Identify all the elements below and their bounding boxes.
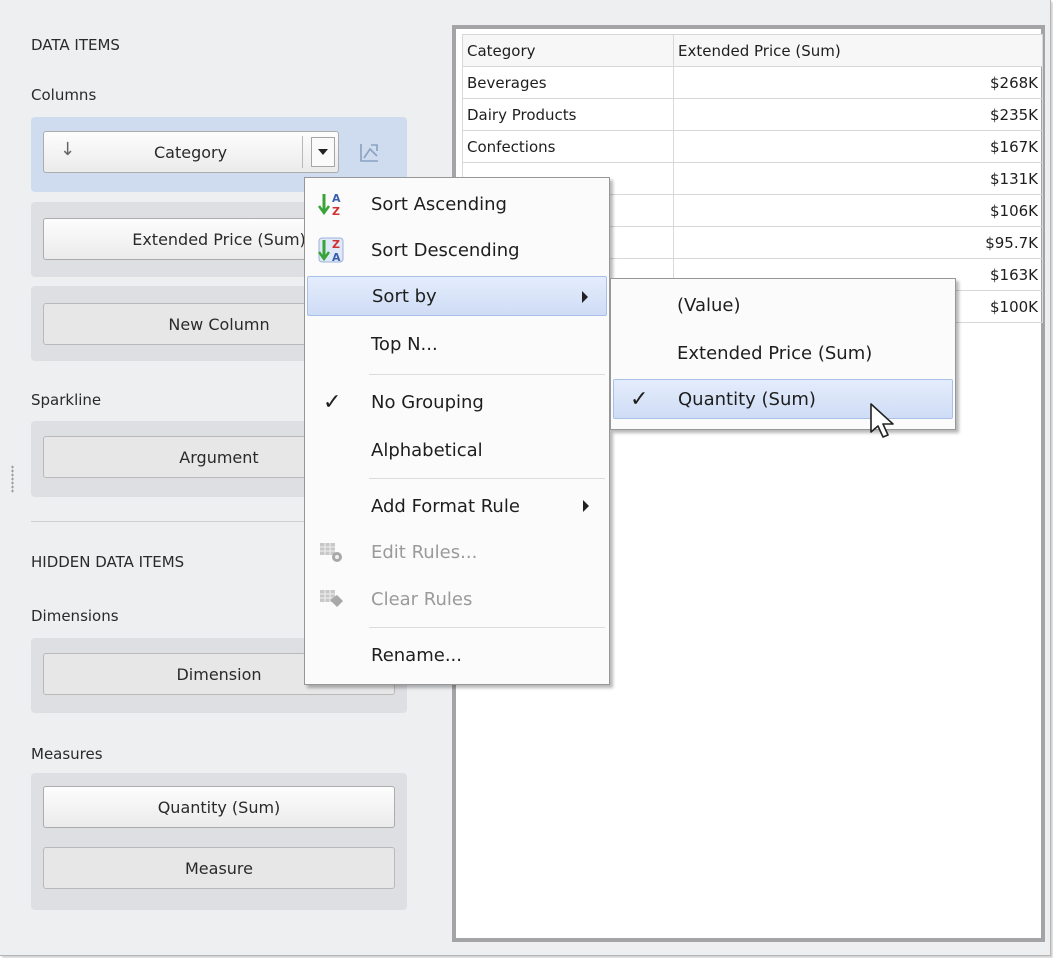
menu-label: Edit Rules... xyxy=(371,541,478,563)
menu-label: Rename... xyxy=(371,644,462,666)
menu-item-alphabetical[interactable]: Alphabetical xyxy=(307,430,607,470)
menu-item-no-grouping[interactable]: ✓ No Grouping xyxy=(307,382,607,422)
svg-text:Z: Z xyxy=(332,238,340,251)
menu-label: Alphabetical xyxy=(371,439,483,461)
clear-rules-icon xyxy=(320,590,343,607)
hidden-data-items-header: HIDDEN DATA ITEMS xyxy=(31,553,185,571)
menu-item-top-n[interactable]: Top N... xyxy=(307,324,607,364)
value-cell: $235K xyxy=(673,98,1043,131)
menu-label: Add Format Rule xyxy=(371,495,520,517)
submenu-arrow-icon xyxy=(582,291,588,303)
quantity-sum-button[interactable]: Quantity (Sum) xyxy=(43,786,395,828)
menu-item-sort-by[interactable]: Sort by xyxy=(307,276,607,316)
columns-label: Columns xyxy=(31,86,97,104)
dashboard-panel: DATA ITEMS Columns ↓ Category Extended P… xyxy=(0,0,1051,956)
value-cell: $131K xyxy=(673,162,1043,195)
menu-label: Sort Descending xyxy=(371,239,520,261)
sparkline-label: Sparkline xyxy=(31,391,102,409)
button-divider xyxy=(302,136,303,168)
menu-label: No Grouping xyxy=(371,391,484,413)
submenu-item-extended-price[interactable]: Extended Price (Sum) xyxy=(613,333,953,373)
menu-item-clear-rules[interactable]: Clear Rules xyxy=(307,579,607,619)
menu-label: Top N... xyxy=(371,333,438,355)
menu-label: Quantity (Sum) xyxy=(678,388,816,410)
menu-label: Sort Ascending xyxy=(371,193,507,215)
table-row[interactable]: Dairy Products $235K xyxy=(462,98,1043,131)
measures-label: Measures xyxy=(31,745,103,763)
category-button-label: Category xyxy=(154,142,228,162)
checkmark-icon: ✓ xyxy=(323,389,342,415)
sort-ascending-icon: A Z xyxy=(318,192,341,217)
svg-text:Z: Z xyxy=(332,205,340,217)
context-menu: A Z Sort Ascending Z A Sort Descending S… xyxy=(304,177,610,685)
submenu-item-quantity[interactable]: ✓ Quantity (Sum) xyxy=(613,379,953,419)
submenu-arrow-icon xyxy=(583,500,589,512)
menu-separator xyxy=(369,627,605,628)
value-cell: $167K xyxy=(673,130,1043,163)
menu-separator xyxy=(369,374,605,375)
category-cell: Beverages xyxy=(462,66,674,99)
measure-button[interactable]: Measure xyxy=(43,847,395,889)
menu-item-add-format-rule[interactable]: Add Format Rule xyxy=(307,486,607,526)
value-cell: $106K xyxy=(673,194,1043,227)
column-header-category[interactable]: Category xyxy=(462,34,674,67)
menu-item-edit-rules[interactable]: Edit Rules... xyxy=(307,532,607,572)
submenu-item-value[interactable]: (Value) xyxy=(613,285,953,325)
svg-text:A: A xyxy=(332,251,341,263)
sort-down-arrow-icon[interactable]: ↓ xyxy=(60,139,75,160)
checkmark-icon: ✓ xyxy=(630,386,649,412)
menu-separator xyxy=(369,478,605,479)
table-row[interactable]: Beverages $268K xyxy=(462,66,1043,99)
value-cell: $95.7K xyxy=(673,226,1043,259)
table-row[interactable]: Confections $167K xyxy=(462,130,1043,163)
menu-item-sort-ascending[interactable]: A Z Sort Ascending xyxy=(307,184,607,224)
category-column-button[interactable]: ↓ Category xyxy=(43,131,339,173)
edit-rules-icon xyxy=(320,543,342,562)
menu-item-rename[interactable]: Rename... xyxy=(307,635,607,675)
sort-by-submenu: (Value) Extended Price (Sum) ✓ Quantity … xyxy=(610,278,956,430)
dropdown-arrow-icon[interactable] xyxy=(311,137,335,167)
category-cell: Confections xyxy=(462,130,674,163)
menu-label: Clear Rules xyxy=(371,588,473,610)
dimensions-label: Dimensions xyxy=(31,607,119,625)
mouse-cursor-icon xyxy=(870,403,894,438)
category-cell: Dairy Products xyxy=(462,98,674,131)
sort-descending-icon: Z A xyxy=(318,237,344,263)
menu-label: Extended Price (Sum) xyxy=(677,342,873,364)
sparkline-toggle-icon[interactable] xyxy=(356,140,382,166)
menu-label: (Value) xyxy=(677,294,741,316)
menu-label: Sort by xyxy=(372,285,437,307)
grid-header-row: Category Extended Price (Sum) xyxy=(462,34,1043,67)
value-cell: $268K xyxy=(673,66,1043,99)
svg-text:A: A xyxy=(332,192,341,205)
data-items-header: DATA ITEMS xyxy=(31,36,120,54)
resize-grip[interactable] xyxy=(11,465,14,493)
column-header-extended-price[interactable]: Extended Price (Sum) xyxy=(673,34,1043,67)
menu-item-sort-descending[interactable]: Z A Sort Descending xyxy=(307,230,607,270)
